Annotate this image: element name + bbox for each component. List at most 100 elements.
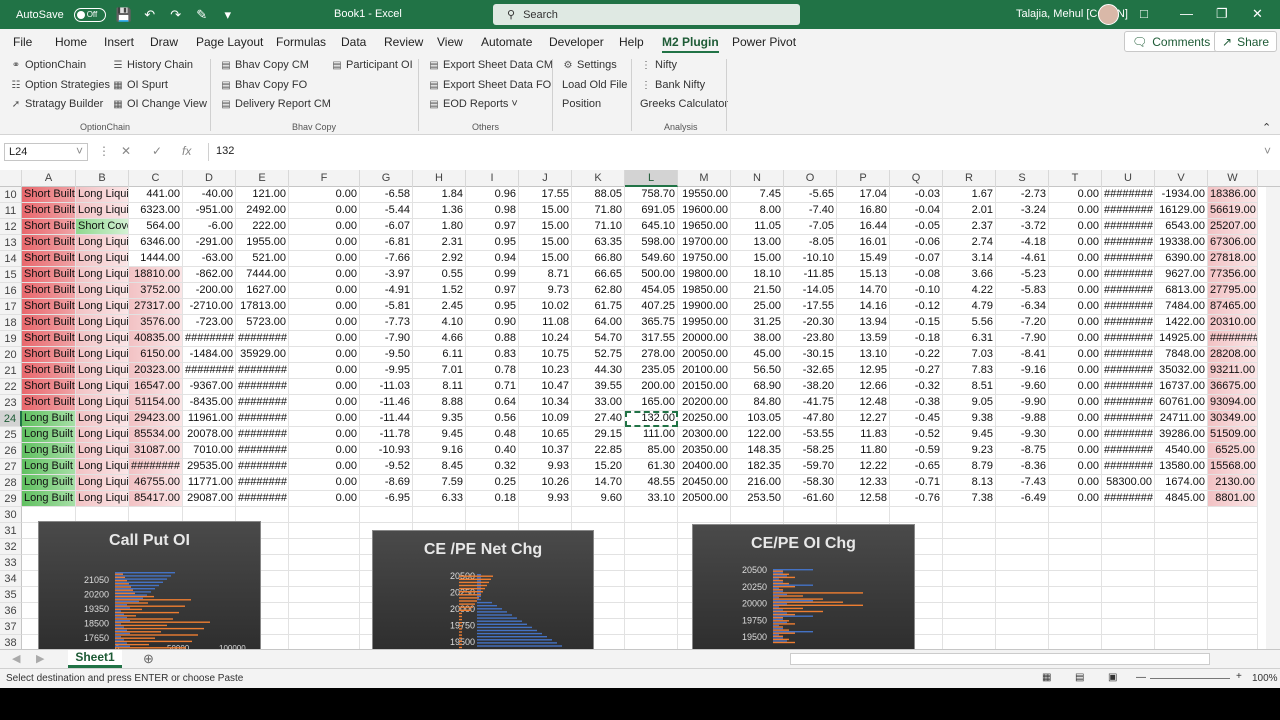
cell-i14[interactable]: 0.94 (466, 251, 519, 267)
cell-v16[interactable]: 6813.00 (1155, 283, 1208, 299)
cell-r28[interactable]: 8.13 (943, 475, 996, 491)
empty-cell[interactable] (1208, 635, 1258, 649)
cell-e26[interactable]: ######## (236, 443, 289, 459)
tab-m2-plugin[interactable]: M2 Plugin (662, 35, 719, 53)
row-header[interactable]: 28 (0, 475, 22, 491)
cell-u14[interactable]: ######## (1102, 251, 1155, 267)
cell-e13[interactable]: 1955.00 (236, 235, 289, 251)
cell-h19[interactable]: 4.66 (413, 331, 466, 347)
cell-q26[interactable]: -0.59 (890, 443, 943, 459)
column-header-n[interactable]: N (731, 170, 784, 187)
cell-q22[interactable]: -0.32 (890, 379, 943, 395)
cell-j23[interactable]: 10.34 (519, 395, 572, 411)
cell-g19[interactable]: -7.90 (360, 331, 413, 347)
cell-c10[interactable]: 441.00 (129, 187, 183, 203)
empty-cell[interactable] (996, 571, 1049, 587)
cell-m23[interactable]: 20200.00 (678, 395, 731, 411)
cell-b11[interactable]: Long Liqui (76, 203, 129, 219)
cell-i11[interactable]: 0.98 (466, 203, 519, 219)
cell-w10[interactable]: 18386.00 (1208, 187, 1258, 203)
cell-n14[interactable]: 15.00 (731, 251, 784, 267)
cell-j19[interactable]: 10.24 (519, 331, 572, 347)
cell-f13[interactable]: 0.00 (289, 235, 360, 251)
cell-n20[interactable]: 45.00 (731, 347, 784, 363)
cell-t26[interactable]: 0.00 (1049, 443, 1102, 459)
cell-u25[interactable]: ######## (1102, 427, 1155, 443)
cell-v17[interactable]: 7484.00 (1155, 299, 1208, 315)
cell-t16[interactable]: 0.00 (1049, 283, 1102, 299)
cell-n15[interactable]: 18.10 (731, 267, 784, 283)
cell-b15[interactable]: Long Liqui (76, 267, 129, 283)
cell-o28[interactable]: -58.30 (784, 475, 837, 491)
empty-cell[interactable] (1155, 539, 1208, 555)
cell-b21[interactable]: Long Liqui (76, 363, 129, 379)
cell-c11[interactable]: 6323.00 (129, 203, 183, 219)
tab-home[interactable]: Home (55, 35, 87, 49)
cell-m11[interactable]: 19600.00 (678, 203, 731, 219)
cell-j16[interactable]: 9.73 (519, 283, 572, 299)
cell-p15[interactable]: 15.13 (837, 267, 890, 283)
cell-n12[interactable]: 11.05 (731, 219, 784, 235)
nifty-button[interactable]: ⋮ Nifty (640, 59, 677, 71)
tab-help[interactable]: Help (619, 35, 644, 49)
export-sheet-cm-button[interactable]: ▤ Export Sheet Data CM (428, 59, 553, 71)
cell-u15[interactable]: ######## (1102, 267, 1155, 283)
share-button[interactable]: ↗ Share (1214, 31, 1278, 52)
cell-e27[interactable]: ######## (236, 459, 289, 475)
cell-a14[interactable]: Short Built (22, 251, 76, 267)
cell-w17[interactable]: 87465.00 (1208, 299, 1258, 315)
chart-ce-pe-net-chg[interactable]: CE /PE Net Chg 20500 20250 20000 19750 19500 (372, 530, 594, 651)
empty-cell[interactable] (625, 571, 678, 587)
column-header-f[interactable]: F (289, 170, 360, 187)
cell-s16[interactable]: -5.83 (996, 283, 1049, 299)
cell-r27[interactable]: 8.79 (943, 459, 996, 475)
cell-f15[interactable]: 0.00 (289, 267, 360, 283)
empty-cell[interactable] (1102, 507, 1155, 523)
cell-b26[interactable]: Long Liqui (76, 443, 129, 459)
empty-cell[interactable] (1049, 603, 1102, 619)
empty-cell[interactable] (943, 571, 996, 587)
empty-cell[interactable] (1102, 571, 1155, 587)
cell-l20[interactable]: 278.00 (625, 347, 678, 363)
empty-cell[interactable] (625, 539, 678, 555)
cell-i18[interactable]: 0.90 (466, 315, 519, 331)
delivery-report-button[interactable]: ▤ Delivery Report CM (220, 98, 331, 110)
cell-o27[interactable]: -59.70 (784, 459, 837, 475)
cell-r21[interactable]: 7.83 (943, 363, 996, 379)
row-header[interactable]: 18 (0, 315, 22, 331)
empty-cell[interactable] (625, 507, 678, 523)
cell-f22[interactable]: 0.00 (289, 379, 360, 395)
cell-p11[interactable]: 16.80 (837, 203, 890, 219)
cell-p28[interactable]: 12.33 (837, 475, 890, 491)
row-header[interactable]: 20 (0, 347, 22, 363)
column-header-s[interactable]: S (996, 170, 1049, 187)
empty-cell[interactable] (1049, 619, 1102, 635)
cell-n19[interactable]: 38.00 (731, 331, 784, 347)
row-header[interactable]: 27 (0, 459, 22, 475)
empty-cell[interactable] (625, 555, 678, 571)
cell-j18[interactable]: 11.08 (519, 315, 572, 331)
empty-cell[interactable] (625, 587, 678, 603)
empty-cell[interactable] (943, 555, 996, 571)
cell-m22[interactable]: 20150.00 (678, 379, 731, 395)
cell-i27[interactable]: 0.32 (466, 459, 519, 475)
cell-t22[interactable]: 0.00 (1049, 379, 1102, 395)
empty-cell[interactable] (996, 603, 1049, 619)
empty-cell[interactable] (289, 571, 360, 587)
cell-q16[interactable]: -0.10 (890, 283, 943, 299)
cell-n21[interactable]: 56.50 (731, 363, 784, 379)
column-header-a[interactable]: A (22, 170, 76, 187)
cell-d25[interactable]: 20078.00 (183, 427, 236, 443)
row-header[interactable]: 30 (0, 507, 22, 523)
cell-p23[interactable]: 12.48 (837, 395, 890, 411)
cell-l10[interactable]: 758.70 (625, 187, 678, 203)
cell-n27[interactable]: 182.35 (731, 459, 784, 475)
enter-icon[interactable]: ✓ (152, 144, 162, 158)
cell-g27[interactable]: -9.52 (360, 459, 413, 475)
cell-w22[interactable]: 36675.00 (1208, 379, 1258, 395)
empty-cell[interactable] (625, 603, 678, 619)
cell-e20[interactable]: 35929.00 (236, 347, 289, 363)
cell-d13[interactable]: -291.00 (183, 235, 236, 251)
column-header-r[interactable]: R (943, 170, 996, 187)
cell-g11[interactable]: -5.44 (360, 203, 413, 219)
